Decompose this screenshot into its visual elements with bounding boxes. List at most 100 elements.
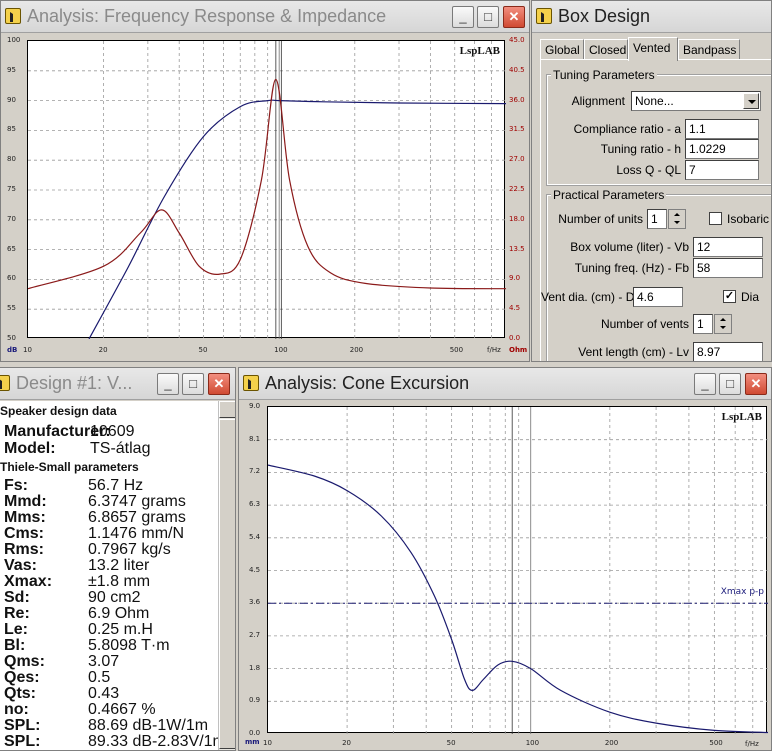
- fr-y-left-tick: 90: [7, 95, 16, 104]
- number-of-vents-spinner[interactable]: [714, 314, 732, 334]
- alignment-label: Alignment: [571, 94, 625, 108]
- fr-y-right-unit: Ohm: [509, 346, 528, 354]
- cone-x-tick: 100: [525, 739, 540, 747]
- manufacturer-value: 10609: [90, 423, 135, 440]
- minimize-icon[interactable]: _: [452, 6, 474, 28]
- tab-bandpass[interactable]: Bandpass: [678, 39, 740, 60]
- cone-y-tick: 4.5: [249, 565, 261, 574]
- design-content: Speaker design data Manufacturer: 10609 …: [0, 401, 226, 750]
- box-titlebar[interactable]: Box Design: [532, 1, 771, 33]
- close-icon[interactable]: ✕: [745, 373, 767, 395]
- app-icon: [5, 8, 21, 24]
- impedance-curve: [28, 78, 506, 290]
- cone-plot-area[interactable]: LspLAB Xmax p-p: [267, 406, 768, 734]
- vented-panel: Tuning Parameters Alignment None... Comp…: [540, 59, 771, 361]
- fr-y-right-tick: 9.0: [509, 274, 521, 283]
- fr-titlebar[interactable]: Analysis: Frequency Response & Impedance…: [1, 1, 529, 33]
- scroll-up-icon[interactable]: [219, 401, 235, 418]
- cone-y-tick: 7.2: [249, 467, 261, 476]
- tuning-ratio-input[interactable]: 1.0229: [685, 139, 759, 159]
- cone-excursion-window: Analysis: Cone Excursion _ □ ✕ LspLAB Xm…: [238, 367, 772, 751]
- cone-x-unit: f/Hz: [745, 740, 759, 748]
- tab-global[interactable]: Global: [540, 39, 584, 60]
- cone-chart: [268, 407, 768, 734]
- practical-parameters-title: Practical Parameters: [551, 188, 667, 202]
- cone-titlebar[interactable]: Analysis: Cone Excursion _ □ ✕: [239, 368, 771, 400]
- design-window-title: Design #1: V...: [16, 373, 133, 393]
- minimize-icon[interactable]: _: [694, 373, 716, 395]
- design-titlebar[interactable]: Design #1: V... _ □ ✕: [0, 368, 235, 400]
- fr-y-right-tick: 36.0: [509, 95, 525, 104]
- cone-y-unit: mm: [245, 738, 260, 746]
- vent-length-input[interactable]: 8.97: [693, 342, 763, 361]
- xmax-label: Xmax p-p: [720, 587, 764, 597]
- close-icon[interactable]: ✕: [503, 6, 525, 28]
- tab-vented[interactable]: Vented: [628, 37, 678, 61]
- fr-y-right-tick: 13.5: [509, 244, 525, 253]
- box-window-title: Box Design: [558, 6, 651, 26]
- fr-y-left-tick: 70: [7, 214, 16, 223]
- fr-y-left-tick: 80: [7, 155, 16, 164]
- fr-y-right-tick: 4.5: [509, 304, 521, 313]
- parameter-key: SPL:: [4, 733, 41, 750]
- fr-plot-area[interactable]: LspLAB: [27, 40, 506, 339]
- vent-dia-input[interactable]: 4.6: [633, 287, 683, 307]
- loss-q-input[interactable]: 7: [685, 160, 759, 180]
- alignment-select[interactable]: None...: [631, 91, 761, 111]
- fr-y-left-tick: 65: [7, 244, 16, 253]
- box-volume-label: Box volume (liter) - Vb: [570, 240, 689, 254]
- cone-y-tick: 8.1: [249, 434, 261, 443]
- cone-y-tick: 5.4: [249, 532, 261, 541]
- fr-y-right-tick: 0.0: [509, 334, 521, 342]
- fr-x-tick: 100: [274, 346, 288, 354]
- cone-y-tick: 6.3: [249, 500, 261, 509]
- scroll-thumb[interactable]: [219, 419, 235, 749]
- fr-y-left-unit: dB: [7, 346, 18, 354]
- design-scrollbar[interactable]: [218, 401, 235, 750]
- fr-y-left-tick: 60: [7, 274, 16, 283]
- fr-y-right-tick: 22.5: [509, 185, 525, 193]
- dia-checkbox[interactable]: ✓: [723, 290, 736, 303]
- tuning-freq-input[interactable]: 58: [693, 258, 763, 278]
- maximize-icon[interactable]: □: [477, 6, 499, 28]
- vent-dia-label: Vent dia. (cm) - Dv: [541, 290, 641, 304]
- app-icon: [536, 8, 552, 24]
- fr-y-left-tick: 95: [7, 65, 16, 74]
- fr-y-left-tick: 100: [7, 36, 21, 44]
- fr-x-tick: 20: [98, 346, 108, 354]
- number-of-vents-label: Number of vents: [600, 317, 689, 331]
- chevron-down-icon[interactable]: [743, 93, 759, 109]
- model-value: TS-átlag: [90, 440, 151, 457]
- fr-x-tick: 500: [449, 346, 464, 354]
- isobaric-checkbox[interactable]: [709, 212, 722, 225]
- parameter-value: 89.33 dB-2.83V/1m: [88, 733, 226, 750]
- fr-y-left-tick: 75: [7, 185, 16, 193]
- maximize-icon[interactable]: □: [182, 373, 204, 395]
- number-of-units-spinner[interactable]: [668, 209, 686, 229]
- cone-y-tick: 3.6: [249, 598, 261, 607]
- model-label: Model:: [4, 440, 56, 457]
- tab-closed[interactable]: Closed: [584, 39, 628, 60]
- cone-y-tick: 0.9: [249, 696, 261, 705]
- fr-y-right-tick: 40.5: [509, 65, 525, 74]
- number-of-vents-input[interactable]: 1: [693, 314, 713, 334]
- cone-x-tick: 50: [446, 739, 456, 747]
- tuning-freq-label: Tuning freq. (Hz) - Fb: [574, 261, 689, 275]
- compliance-ratio-input[interactable]: 1.1: [685, 119, 759, 139]
- speaker-design-heading: Speaker design data: [0, 404, 117, 418]
- minimize-icon[interactable]: _: [157, 373, 179, 395]
- close-icon[interactable]: ✕: [208, 373, 230, 395]
- app-icon: [243, 375, 259, 391]
- number-of-units-input[interactable]: 1: [647, 209, 667, 229]
- maximize-icon[interactable]: □: [719, 373, 741, 395]
- number-of-units-label: Number of units: [558, 212, 643, 226]
- cone-x-tick: 200: [604, 739, 619, 747]
- vent-length-label: Vent length (cm) - Lv: [578, 345, 689, 359]
- frequency-response-window: Analysis: Frequency Response & Impedance…: [0, 0, 530, 362]
- design-window: Design #1: V... _ □ ✕ Speaker design dat…: [0, 367, 236, 751]
- loss-q-label: Loss Q - QL: [616, 163, 681, 177]
- box-volume-input[interactable]: 12: [693, 237, 763, 257]
- dia-label: Dia: [741, 290, 760, 304]
- fr-y-left-tick: 55: [7, 304, 16, 313]
- fr-x-tick: 200: [349, 346, 364, 354]
